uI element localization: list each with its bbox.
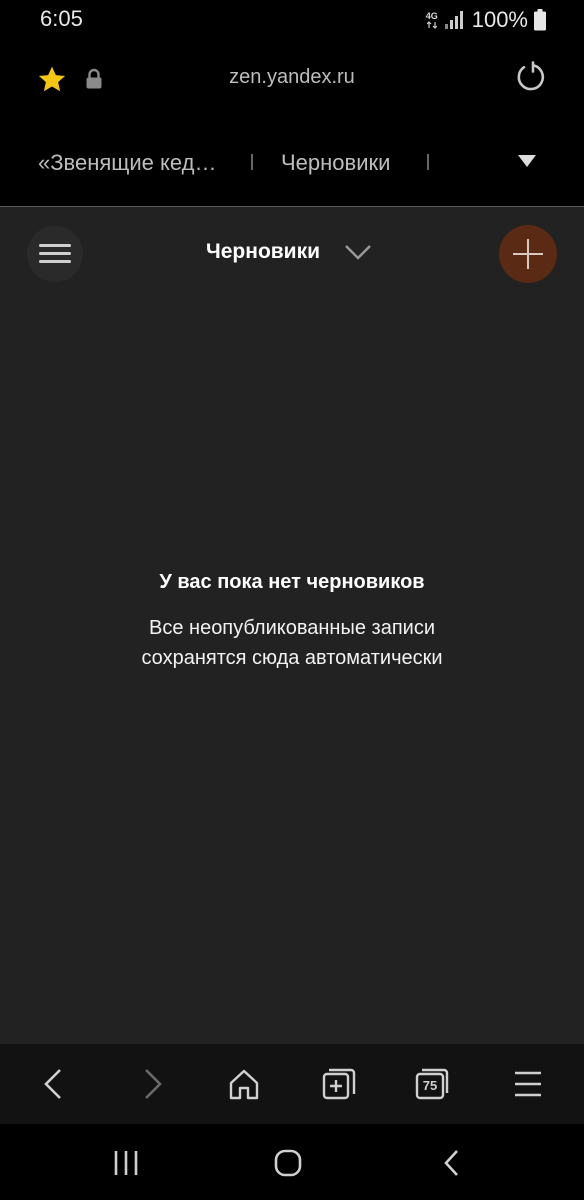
tabs-counter-button[interactable]: 75	[412, 1064, 452, 1104]
add-draft-button[interactable]	[499, 225, 557, 283]
forward-icon[interactable]	[132, 1064, 172, 1104]
page-content: Черновики У вас пока нет черновиков Все …	[0, 207, 584, 1044]
tabs-dropdown-icon[interactable]	[518, 155, 536, 167]
chevron-down-icon[interactable]	[344, 243, 372, 261]
tab-zvenyashchie[interactable]: «Звенящие кед…	[38, 150, 216, 176]
status-time: 6:05	[40, 6, 83, 31]
empty-state-title: У вас пока нет черновиков	[159, 571, 425, 593]
tab-separator	[251, 154, 253, 170]
new-tab-icon[interactable]	[318, 1064, 358, 1104]
empty-state-description: Все неопубликованные записи сохранятся с…	[0, 613, 584, 673]
status-bar: 6:05 4G 100%	[0, 0, 584, 44]
battery-percent: 100%	[471, 7, 528, 32]
network-indicator: 4G	[425, 10, 438, 29]
system-back-icon[interactable]	[432, 1146, 472, 1180]
system-navigation-bar	[0, 1124, 584, 1200]
tab-drafts[interactable]: Черновики	[281, 150, 390, 176]
recent-apps-icon[interactable]	[106, 1146, 146, 1180]
tabs-row: «Звенящие кед… Черновики	[0, 130, 584, 196]
reload-icon[interactable]	[514, 60, 548, 94]
tabs-count: 75	[422, 1078, 438, 1093]
page-title[interactable]: Черновики	[206, 240, 320, 264]
tab-separator	[427, 154, 429, 170]
hamburger-menu-button[interactable]	[27, 226, 83, 282]
menu-line	[39, 244, 71, 247]
home-icon[interactable]	[224, 1064, 264, 1104]
address-bar: zen.yandex.ru	[0, 50, 584, 110]
empty-state-text: Все неопубликованные записи сохранятся с…	[141, 617, 443, 669]
battery-icon	[534, 9, 546, 31]
system-home-icon[interactable]	[268, 1146, 308, 1180]
browser-toolbar: 75	[0, 1044, 584, 1124]
data-arrows-icon	[426, 20, 437, 29]
back-icon[interactable]	[34, 1064, 74, 1104]
status-indicators: 4G 100%	[426, 7, 546, 33]
signal-icon	[444, 11, 463, 29]
network-type: 4G	[425, 10, 438, 21]
menu-line	[39, 252, 71, 255]
menu-line	[39, 260, 71, 263]
menu-icon[interactable]	[508, 1064, 548, 1104]
url-field[interactable]: zen.yandex.ru	[0, 66, 584, 89]
screen: 6:05 4G 100% zen.yandex.ru «Звенящие кед…	[0, 0, 584, 1200]
